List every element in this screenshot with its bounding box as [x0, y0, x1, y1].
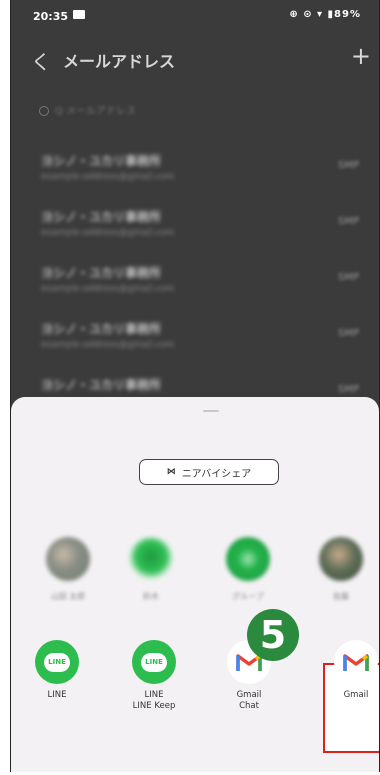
share-target-line[interactable]: LINE LINE — [18, 640, 96, 701]
contact-avatar — [46, 537, 90, 581]
line-icon: LINE — [132, 640, 176, 684]
direct-share-contact[interactable]: 佐藤 — [311, 537, 371, 602]
contact-label: 山田 太郎 — [50, 592, 86, 601]
search-field[interactable]: Q メールアドレス — [39, 102, 136, 124]
sheet-drag-handle[interactable] — [203, 410, 219, 412]
direct-share-contact[interactable]: 山田 太郎 — [38, 537, 98, 602]
list-item-tag: SMP — [337, 216, 359, 227]
phone-screen: 20:35 ⊕ ⊙ ▾ ▮89% く メールアドレス + Q メールアドレス ヨ… — [10, 0, 380, 772]
nearby-share-label: ニアバイシェア — [181, 468, 252, 480]
status-icons: ⊕ ⊙ ▾ ▮89% — [289, 9, 361, 20]
contact-avatar — [319, 537, 363, 581]
line-icon: LINE — [35, 640, 79, 684]
contact-avatar — [226, 537, 270, 581]
nearby-share-button[interactable]: ⋈ ニアバイシェア — [139, 459, 279, 485]
app-label: LINE — [47, 690, 67, 700]
list-item[interactable]: ヨシノ・ユカリ事務所 example-address@gmail.com SMP — [41, 264, 361, 304]
list-item-tag: SMP — [337, 272, 359, 283]
list-item[interactable]: ヨシノ・ユカリ事務所 example-address@gmail.com SMP — [41, 152, 361, 192]
list-item-subtitle: example-address@gmail.com — [41, 284, 175, 294]
page-title: メールアドレス — [63, 52, 176, 71]
notification-icon — [73, 10, 85, 19]
list-item-subtitle: example-address@gmail.com — [41, 228, 175, 238]
list-item-title: ヨシノ・ユカリ事務所 — [41, 266, 162, 280]
back-icon[interactable]: く — [31, 46, 51, 75]
contact-avatar — [129, 537, 173, 581]
list-item-tag: SMP — [337, 328, 359, 339]
app-bar: く メールアドレス + — [11, 40, 379, 84]
gmail-icon — [334, 640, 378, 684]
list-item-title: ヨシノ・ユカリ事務所 — [41, 210, 162, 224]
list-item-subtitle: example-address@gmail.com — [41, 172, 175, 182]
app-label: Gmail Chat — [236, 690, 262, 711]
list-item-title: ヨシノ・ユカリ事務所 — [41, 378, 162, 392]
share-target-gmail[interactable]: Gmail — [317, 640, 379, 701]
contact-label: 佐藤 — [333, 592, 349, 601]
search-icon — [39, 106, 49, 116]
status-bar: 20:35 ⊕ ⊙ ▾ ▮89% — [11, 0, 379, 32]
list-item[interactable]: ヨシノ・ユカリ事務所 example-address@gmail.com SMP — [41, 320, 361, 360]
share-target-line-keep[interactable]: LINE LINE LINE Keep — [115, 640, 193, 712]
direct-share-contact[interactable]: 鈴木 — [121, 537, 181, 602]
step-number-badge: 5 — [247, 609, 299, 661]
search-placeholder: Q メールアドレス — [55, 106, 137, 117]
nearby-share-icon: ⋈ — [166, 467, 176, 477]
status-time: 20:35 — [33, 10, 69, 23]
share-sheet: ⋈ ニアバイシェア 山田 太郎 鈴木 グループ 佐藤 LINE LINE LIN… — [11, 397, 379, 772]
list-item-title: ヨシノ・ユカリ事務所 — [41, 154, 162, 168]
direct-share-contact[interactable]: グループ — [218, 537, 278, 602]
contact-label: 鈴木 — [143, 592, 159, 601]
list-item[interactable]: ヨシノ・ユカリ事務所 example-address@gmail.com SMP — [41, 208, 361, 248]
list-item-title: ヨシノ・ユカリ事務所 — [41, 322, 162, 336]
contact-label: グループ — [232, 592, 264, 601]
app-label: Gmail — [343, 690, 369, 700]
list-item-tag: SMP — [337, 160, 359, 171]
list-item-subtitle: example-address@gmail.com — [41, 340, 175, 350]
app-label: LINE LINE Keep — [132, 690, 176, 711]
list-item-tag: SMP — [337, 384, 359, 395]
add-icon[interactable]: + — [351, 42, 371, 70]
